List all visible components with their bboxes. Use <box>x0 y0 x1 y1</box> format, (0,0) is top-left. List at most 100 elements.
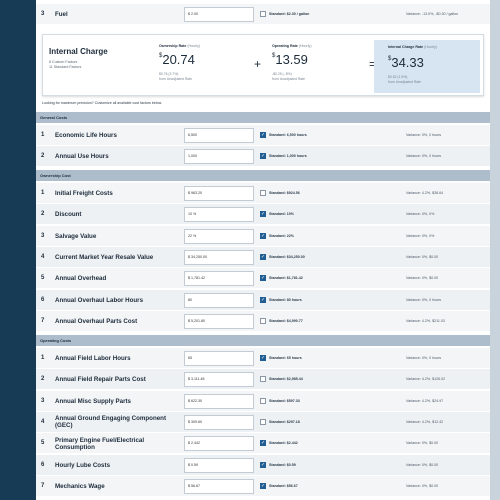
standard-value: Standard: 1,000 hours <box>269 154 307 159</box>
cost-input[interactable]: $ 963.20 <box>184 186 254 201</box>
table-row: 6 Hourly Lube Costs $ 0.59 ✓ Standard: $0.59… <box>36 454 490 476</box>
cost-input[interactable]: $ 56.67 <box>184 478 254 494</box>
standard-value: Standard: $4,990.77 <box>269 318 303 323</box>
cost-input[interactable]: $ 309.60 <box>184 414 254 430</box>
use-standard-checkbox[interactable] <box>260 190 266 196</box>
row-label: Annual Use Hours <box>55 153 109 161</box>
use-standard-checkbox[interactable]: ✓ <box>260 253 266 260</box>
cost-input[interactable]: 80 <box>184 292 254 308</box>
row-label: Mechanics Wage <box>55 482 105 490</box>
ownership-rate-label: Ownership Rate (Hourly) <box>159 44 201 48</box>
section-header: Ownership Cost <box>36 170 490 181</box>
cost-input[interactable]: 22 % <box>184 228 254 244</box>
variance-value: Variance: 0%, $0.00 <box>406 462 439 467</box>
standard-value: Standard: $0.59 <box>269 462 296 467</box>
use-standard-checkbox[interactable]: ✓ <box>260 482 266 489</box>
variance-value: Variance: 0%, $0.00 <box>406 483 439 488</box>
use-standard-checkbox[interactable]: ✓ <box>260 355 266 361</box>
variance-value: Variance: 4.2%, $24.97 <box>406 398 444 403</box>
use-standard-checkbox[interactable] <box>260 418 266 425</box>
internal-charge-summary: Internal Charge 8 Custom Factors 11 Stan… <box>42 34 484 96</box>
cost-input[interactable]: $ 622.30 <box>184 393 254 409</box>
table-row: 2 Annual Use Hours 1,000 ✓ Standard: 1,000 h… <box>36 146 490 168</box>
cost-input[interactable]: $ 3,111.46 <box>184 372 254 388</box>
operating-rate-label: Operating Rate (Hourly) <box>272 44 312 48</box>
variance-value: Variance: 0%, 0 hours <box>406 154 442 159</box>
variance-value: Variance: 0%, $0.00 <box>406 441 439 446</box>
section-title: Ownership Cost <box>40 173 71 178</box>
cost-input[interactable]: $ 2.442 <box>184 436 254 452</box>
cost-factor-panel: 3 Fuel $ 2.00 Standard: $2.30 / gallon V… <box>36 0 490 500</box>
use-standard-checkbox[interactable]: ✓ <box>260 275 266 282</box>
table-row: 3 Salvage Value 22 % ✓ Standard: 22% Variance… <box>36 225 490 247</box>
row-number: 5 <box>41 440 45 447</box>
row-number: 1 <box>41 132 45 138</box>
row-label: Initial Freight Costs <box>55 190 113 197</box>
table-row: 5 Annual Overhead $ 1,781.42 ✓ Standard: $1,… <box>36 268 490 290</box>
standard-factors-count: 11 Standard Factors <box>49 65 82 69</box>
cost-input[interactable]: 10 % <box>184 207 254 223</box>
cost-input[interactable]: $ 1,781.42 <box>184 271 254 287</box>
table-row: 6 Annual Overhaul Labor Hours 80 ✓ Standard:… <box>36 289 490 311</box>
row-label: Hourly Lube Costs <box>55 461 111 469</box>
row-label: Discount <box>55 211 82 219</box>
row-number: 2 <box>41 376 45 383</box>
use-standard-checkbox[interactable]: ✓ <box>260 461 266 468</box>
table-row: 1 Annual Field Labor Hours 65 ✓ Standard: 65… <box>36 348 490 369</box>
ownership-rate-value: $20.74 <box>159 52 195 67</box>
use-standard-checkbox[interactable]: ✓ <box>260 153 266 160</box>
use-standard-checkbox[interactable] <box>260 11 266 17</box>
cost-input[interactable]: 65 <box>184 351 254 366</box>
use-standard-checkbox[interactable]: ✓ <box>260 440 266 447</box>
section-title: Operating Costs <box>40 338 72 343</box>
table-row: 4 Annual Ground Engaging Component (GEC) $… <box>36 411 490 433</box>
row-number: 7 <box>41 482 45 489</box>
use-standard-checkbox[interactable]: ✓ <box>260 132 266 138</box>
row-number: 6 <box>41 461 45 468</box>
row-label: Annual Field Repair Parts Cost <box>55 376 146 384</box>
row-number: 5 <box>41 275 45 282</box>
row-label: Annual Overhead <box>55 275 107 283</box>
row-label: Annual Overhaul Labor Hours <box>55 296 144 304</box>
cost-input[interactable]: $ 5,201.80 <box>184 313 254 329</box>
variance-value: Variance: 0%, 0 hours <box>406 356 442 360</box>
use-standard-checkbox[interactable] <box>260 376 266 383</box>
row-number: 4 <box>41 253 45 260</box>
use-standard-checkbox[interactable] <box>260 317 266 324</box>
row-number: 1 <box>41 355 45 361</box>
use-standard-checkbox[interactable]: ✓ <box>260 232 266 239</box>
row-label: Fuel <box>55 11 68 18</box>
row-label: Salvage Value <box>55 232 97 240</box>
row-number: 7 <box>41 317 45 324</box>
internal-rate-value: $34.33 <box>388 55 424 70</box>
variance-value: Variance: 4.2%, $211.03 <box>406 318 445 323</box>
table-row: 1 Economic Life Hours 6,500 ✓ Standard: 6,50… <box>36 125 490 146</box>
cost-input[interactable]: $ 0.59 <box>184 457 254 473</box>
standard-value: Standard: 22% <box>269 233 294 238</box>
variance-value: Variance: 0%, 0% <box>406 233 435 238</box>
cost-input[interactable]: 6,500 <box>184 128 254 143</box>
summary-title: Internal Charge <box>49 47 108 56</box>
operating-rate-delta: -$0.25 (-.8%) from Unadjusted Rate <box>272 72 305 81</box>
cost-input[interactable]: $ 34,250.00 <box>184 249 254 265</box>
row-label: Annual Misc Supply Parts <box>55 397 131 405</box>
use-standard-checkbox[interactable] <box>260 397 266 404</box>
variance-value: Variance: 0%, $0.00 <box>406 254 439 259</box>
variance-value: Variance: -13.0%, -$0.30 / gallon <box>406 12 459 16</box>
variance-value: Variance: 4.2%, $38.64 <box>406 191 444 195</box>
table-row: 1 Initial Freight Costs $ 963.20 Standard: … <box>36 183 490 204</box>
variance-value: Variance: 0%, 0 hours <box>406 133 442 137</box>
row-number: 4 <box>41 418 45 425</box>
internal-rate-label: Internal Charge Rate (Hourly) <box>388 45 437 49</box>
use-standard-checkbox[interactable]: ✓ <box>260 211 266 218</box>
standard-value: Standard: $56.67 <box>269 483 298 488</box>
fuel-input[interactable]: $ 2.00 <box>184 7 254 22</box>
variance-value: Variance: 0%, $0.00 <box>406 276 439 281</box>
row-label: Annual Ground Engaging Component (GEC) <box>55 415 167 430</box>
standard-value: Standard: $34,250.00 <box>269 254 305 259</box>
cost-input[interactable]: 1,000 <box>184 149 254 165</box>
use-standard-checkbox[interactable]: ✓ <box>260 296 266 303</box>
section-title: General Costs <box>40 115 68 120</box>
table-row: 7 Mechanics Wage $ 56.67 ✓ Standard: $56.67 V… <box>36 475 490 497</box>
table-row: 3 Annual Misc Supply Parts $ 622.30 Standar… <box>36 390 490 412</box>
